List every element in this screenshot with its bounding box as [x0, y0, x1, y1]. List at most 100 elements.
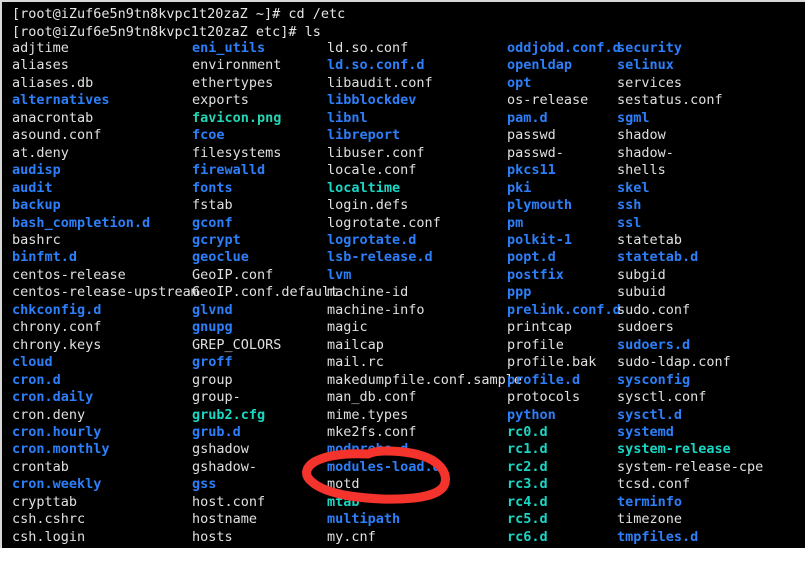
- listing-entry: crontab: [12, 458, 69, 475]
- listing-entry: glvnd: [192, 301, 233, 318]
- listing-entry: profile: [507, 336, 564, 353]
- listing-entry: opt: [507, 74, 532, 91]
- listing-entry: login.defs: [327, 197, 409, 214]
- listing-entry: cron.d: [12, 371, 61, 388]
- listing-entry: postfix: [507, 266, 564, 283]
- listing-entry: ppp: [507, 284, 532, 301]
- listing-entry: eni_utils: [192, 40, 266, 56]
- listing-entry: printcap: [507, 319, 573, 336]
- listing-entry: host.conf: [192, 493, 266, 510]
- listing-entry: audisp: [12, 162, 61, 179]
- listing-entry: cron.hourly: [12, 423, 102, 440]
- listing-entry: libreport: [327, 127, 401, 144]
- listing-entry: sysctl.conf: [617, 389, 707, 406]
- listing-entry: libblockdev: [327, 92, 417, 109]
- listing-entry: rc5.d: [507, 511, 548, 528]
- listing-entry: rc4.d: [507, 493, 548, 510]
- listing-entry: modules-load.d: [327, 458, 441, 475]
- listing-entry: selinux: [617, 57, 674, 74]
- listing-entry: csh.cshrc: [12, 511, 86, 528]
- listing-entry: mime.types: [327, 406, 409, 423]
- listing-entry: shells: [617, 162, 666, 179]
- listing-entry: shadow-: [617, 144, 674, 161]
- listing-entry: os-release: [507, 92, 589, 109]
- listing-entry: multipath: [327, 511, 401, 528]
- listing-entry: plymouth: [507, 197, 573, 214]
- listing-entry: sudoers.d: [617, 336, 691, 353]
- listing-entry: makedumpfile.conf.sample: [327, 371, 523, 388]
- listing-entry: rc3.d: [507, 476, 548, 493]
- listing-entry: centos-release-upstream: [12, 284, 199, 301]
- listing-entry: hosts: [192, 528, 233, 545]
- listing-entry: sysconfig: [617, 371, 691, 388]
- listing-entry: protocols: [507, 389, 581, 406]
- terminal-window[interactable]: [root@iZuf6e5n9tn8kvpc1t20zaZ ~]# cd /et…: [0, 0, 805, 548]
- listing-entry: passwd: [507, 127, 556, 144]
- listing-column: adjtime aliases aliases.db alternatives anac…: [12, 40, 199, 548]
- listing-entry: gconf: [192, 214, 233, 231]
- listing-entry: lsb-release.d: [327, 249, 433, 266]
- listing-entry: exports: [192, 92, 249, 109]
- listing-entry: machine-id: [327, 284, 409, 301]
- listing-entry: ld.so.conf: [327, 40, 409, 56]
- listing-entry: bashrc: [12, 231, 61, 248]
- listing-entry: favicon.png: [192, 109, 282, 126]
- listing-entry: anacrontab: [12, 109, 94, 126]
- listing-entry: group-: [192, 389, 241, 406]
- listing-entry: GeoIP.conf.default: [192, 284, 339, 301]
- listing-entry: sudoers: [617, 319, 674, 336]
- listing-entry: machine-info: [327, 301, 425, 318]
- listing-entry: passwd-: [507, 144, 564, 161]
- listing-entry: popt.d: [507, 249, 556, 266]
- listing-entry: statetab.d: [617, 249, 699, 266]
- listing-column: security selinux services sestatus.conf sgml…: [617, 40, 763, 548]
- listing-entry: ethertypes: [192, 74, 274, 91]
- prompt-line: [root@iZuf6e5n9tn8kvpc1t20zaZ etc]# ls: [12, 23, 321, 40]
- listing-entry: firewalld: [192, 162, 266, 179]
- prompt-line: [root@iZuf6e5n9tn8kvpc1t20zaZ ~]# cd /et…: [12, 6, 346, 22]
- listing-entry: GREP_COLORS: [192, 336, 282, 353]
- listing-entry: localtime: [327, 179, 401, 196]
- listing-entry: sestatus.conf: [617, 92, 723, 109]
- listing-entry: terminfo: [617, 493, 683, 510]
- listing-entry: hosts.allow: [192, 546, 338, 548]
- listing-entry: services: [617, 74, 683, 91]
- listing-entry: chrony.keys: [12, 336, 102, 353]
- listing-entry: my.cnf: [327, 528, 376, 545]
- listing-entry: pkcs11: [507, 162, 556, 179]
- listing-entry: groff: [192, 354, 233, 371]
- listing-entry: profile.bak: [507, 354, 597, 371]
- listing-entry: mtab: [327, 493, 360, 510]
- listing-entry: tmpfiles.d: [617, 528, 699, 545]
- prompt-block: [root@iZuf6e5n9tn8kvpc1t20zaZ ~]# cd /et…: [12, 6, 345, 41]
- listing-entry: logrotate.conf: [327, 214, 441, 231]
- listing-entry: libaudit.conf: [327, 74, 433, 91]
- listing-entry: group: [192, 371, 233, 388]
- listing-entry: geoclue: [192, 249, 249, 266]
- listing-entry: fonts: [192, 179, 233, 196]
- listing-entry: GeoIP.conf: [192, 266, 274, 283]
- listing-entry: cron.deny: [12, 406, 86, 423]
- listing-entry: prelink.conf.d: [507, 301, 621, 318]
- listing-entry: grub2.cfg: [192, 406, 266, 423]
- listing-entry: python: [507, 406, 556, 423]
- listing-entry: rc2.d: [507, 458, 548, 475]
- listing-entry: timezone: [617, 511, 683, 528]
- listing-entry: rc6.d: [507, 528, 548, 545]
- listing-entry: cron.daily: [12, 389, 94, 406]
- listing-entry: backup: [12, 197, 61, 214]
- listing-entry: skel: [617, 179, 650, 196]
- listing-column: eni_utils environment ethertypes exports fav…: [192, 40, 338, 548]
- listing-entry: gshadow: [192, 441, 249, 458]
- listing-entry: system-release-cpe: [617, 458, 764, 475]
- listing-entry: rc0.d: [507, 423, 548, 440]
- listing-entry: environment: [192, 57, 282, 74]
- listing-entry: rc.d: [507, 546, 621, 548]
- listing-entry: asound.conf: [12, 127, 102, 144]
- listing-entry: ssl: [617, 214, 642, 231]
- listing-column: ld.so.conf ld.so.conf.d libaudit.conf libbl…: [327, 40, 522, 548]
- listing-entry: systemd: [617, 423, 674, 440]
- listing-entry: pki: [507, 179, 532, 196]
- listing-entry: mailcap: [327, 336, 384, 353]
- listing-entry: subuid: [617, 284, 666, 301]
